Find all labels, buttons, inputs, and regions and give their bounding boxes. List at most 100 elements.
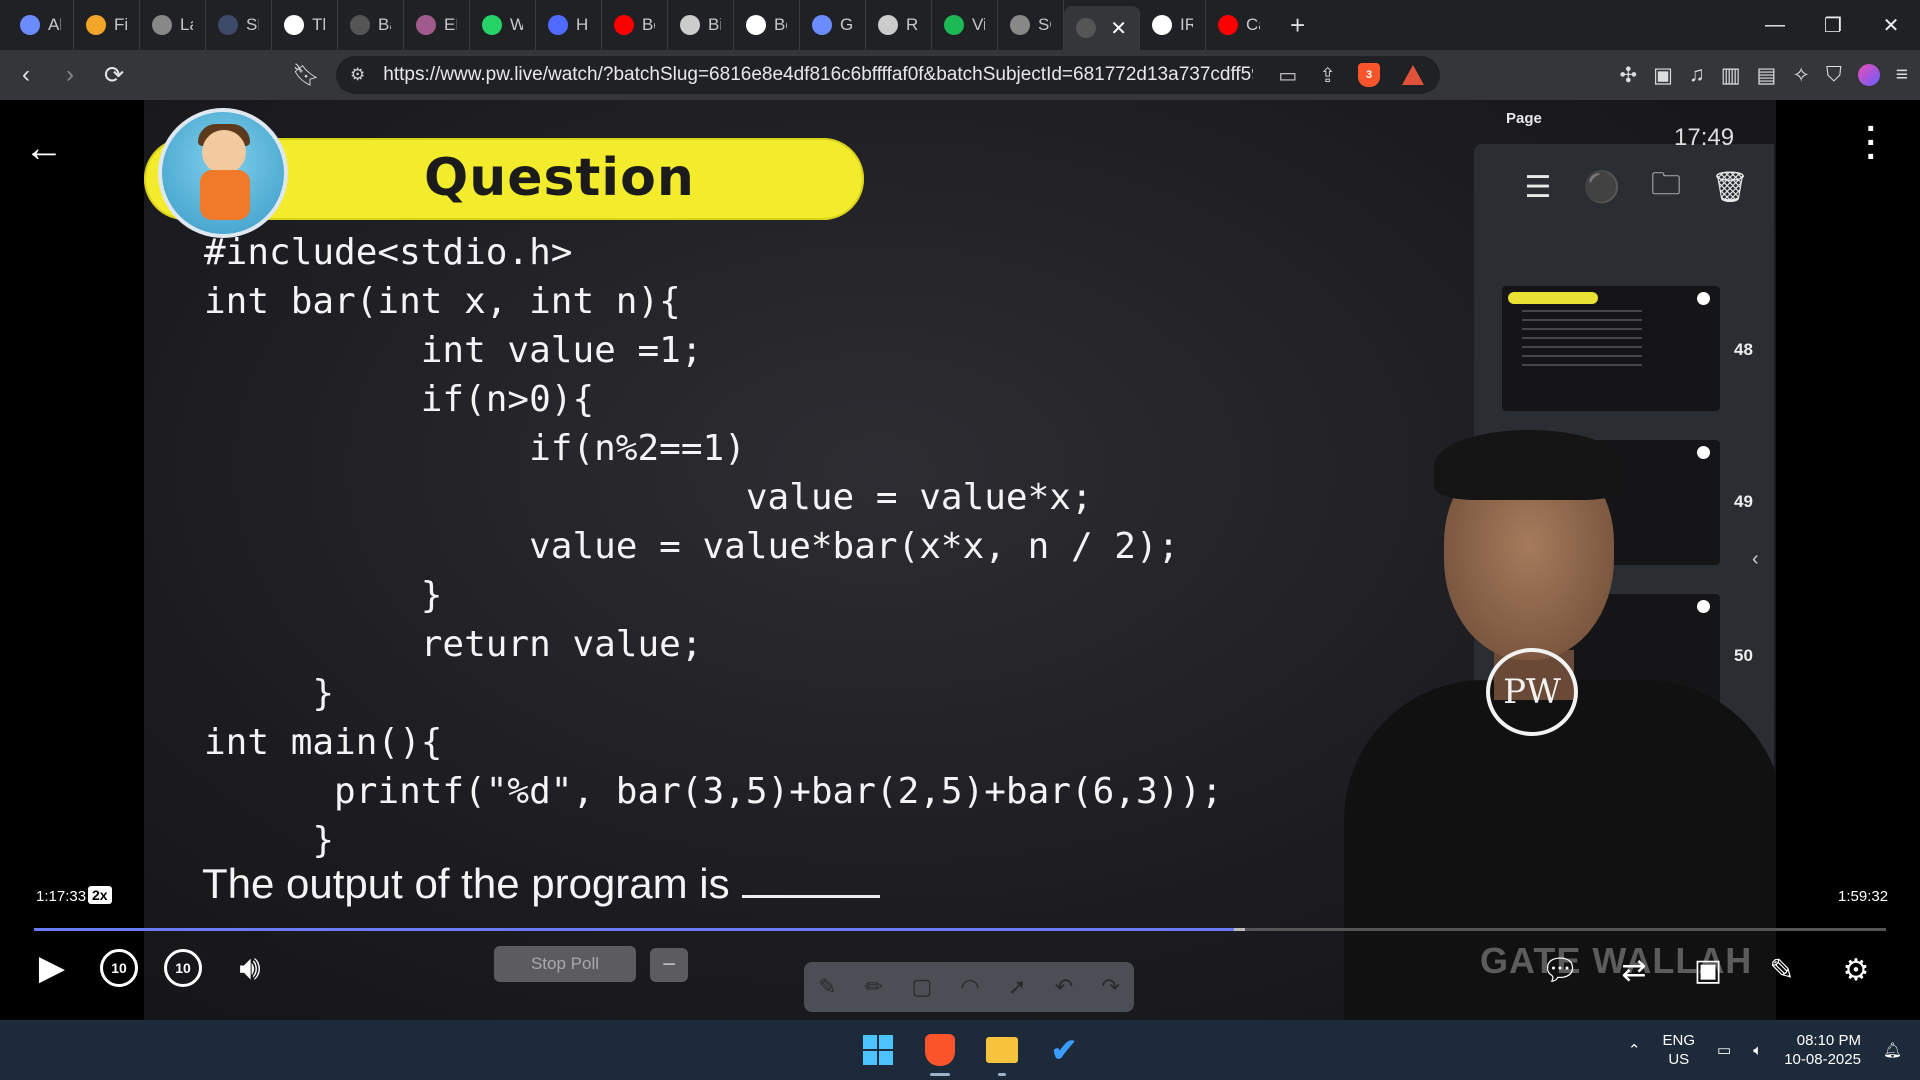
pw-icon [1076, 18, 1096, 38]
browser-tab[interactable]: ERR [404, 0, 470, 50]
browser-tab[interactable]: Bitw [668, 0, 734, 50]
seek-bar[interactable] [34, 928, 1886, 931]
new-tab-button[interactable]: + [1290, 10, 1305, 41]
page-thumbnail [1502, 286, 1720, 411]
back-button[interactable]: ‹ [8, 57, 44, 93]
sdl-icon [218, 15, 238, 35]
code-line: value = value*bar(x*x, n / 2); [204, 526, 1180, 567]
browser-tab[interactable]: Basi [338, 0, 404, 50]
playback-speed-badge[interactable]: 2x [88, 886, 112, 904]
browser-tab[interactable]: SDL [206, 0, 272, 50]
vpn-icon[interactable]: ⛉ [1826, 63, 1842, 87]
player-more-icon[interactable]: · · · [1866, 112, 1877, 174]
forward-10-button[interactable]: 10 [164, 949, 202, 987]
chat-icon[interactable]: 💬︎ [1538, 948, 1582, 992]
browser-tab[interactable]: Boo [602, 0, 668, 50]
openai-icon [878, 15, 898, 35]
slides-icon[interactable]: ▣ [1686, 948, 1730, 992]
notification-icon[interactable]: 🔔︎ [1883, 1041, 1902, 1059]
taskbar-todo[interactable]: ✔ [1042, 1028, 1086, 1072]
volume-icon[interactable]: 🔊︎ [228, 946, 272, 990]
media-icon[interactable]: ♫ [1689, 63, 1705, 87]
network-icon[interactable]: ▭ [1717, 1041, 1731, 1059]
settings-icon[interactable]: ⚙ [1834, 948, 1878, 992]
brave-shields-icon[interactable]: 3 [1358, 63, 1380, 87]
fullscreen-icon[interactable]: ⛶ [1908, 948, 1920, 992]
brave-rewards-icon[interactable] [1402, 65, 1424, 85]
forward-button[interactable]: › [52, 57, 88, 93]
speaker-icon[interactable]: 🔈︎ [1753, 1042, 1762, 1059]
start-button[interactable] [856, 1028, 900, 1072]
code-line: return value; [204, 624, 703, 665]
taskbar-brave[interactable] [918, 1028, 962, 1076]
close-window-button[interactable]: ✕ [1862, 0, 1920, 50]
url-text[interactable]: https://www.pw.live/watch/?batchSlug=681… [383, 64, 1253, 86]
player-back-icon[interactable]: ← [24, 126, 64, 171]
browser-tab[interactable]: Boo [734, 0, 800, 50]
browser-tab[interactable]: Rac [866, 0, 932, 50]
language-indicator[interactable]: ENG US [1663, 1031, 1696, 1069]
notes-icon[interactable]: ✎ [1760, 948, 1804, 992]
close-tab-icon[interactable]: ✕ [1110, 16, 1127, 41]
globe-icon [20, 15, 40, 35]
video-player[interactable]: Question #include<stdio.h> int bar(int x,… [0, 100, 1920, 1020]
bookmark-icon[interactable]: 🔖︎ [292, 62, 320, 88]
code-line: } [204, 575, 443, 616]
whiteboard-frame: Question #include<stdio.h> int bar(int x,… [144, 100, 1776, 1020]
tray-overflow-icon[interactable]: ⌃ [1628, 1041, 1641, 1059]
code-line: int main(){ [204, 722, 443, 763]
play-button[interactable]: ▶ [30, 946, 74, 990]
first-icon [86, 15, 106, 35]
page-tools: ☰ ⚫ 🗀 🗑 [1520, 168, 1750, 206]
drawing-toolbar: ✎ ✏ ▢ ◠ ➚ ↶ ↷ [804, 962, 1134, 1012]
rewind-10-button[interactable]: 10 [100, 949, 138, 987]
profile-avatar[interactable] [1857, 64, 1880, 86]
code-block: #include<stdio.h> int bar(int x, int n){ … [204, 228, 1223, 865]
tab-label: First [114, 15, 127, 34]
restore-button[interactable]: ❐ [1804, 0, 1862, 50]
taskbar-file-explorer[interactable] [980, 1028, 1024, 1076]
share-icon[interactable]: ⇪ [1319, 63, 1336, 88]
reader-mode-icon[interactable]: ▣ [1653, 63, 1673, 88]
tab-label: ERR [444, 15, 457, 34]
tab-label: Boo [642, 15, 655, 34]
menu-icon[interactable]: ≡ [1896, 63, 1908, 87]
browser-tab[interactable]: Car [1206, 0, 1272, 50]
sidebar-icon[interactable]: ▥ [1721, 63, 1741, 88]
pen-icon: ✏ [864, 974, 884, 999]
code-line: } [204, 673, 335, 714]
google-icon [746, 15, 766, 35]
undo-icon: ↶ [1054, 974, 1074, 999]
trash-icon: 🗑 [1710, 170, 1750, 204]
stop-poll-button: Stop Poll [494, 946, 636, 982]
tab-label: Lazy [180, 15, 193, 34]
browser-tab[interactable]: Goo [800, 0, 866, 50]
browser-right-tools: ✣ ▣ ♫ ▥ ▤ ✧ ⛉ ≡ [1619, 50, 1908, 100]
browser-tab[interactable]: Wha [470, 0, 536, 50]
clock-date[interactable]: 08:10 PM 10-08-2025 [1784, 1031, 1861, 1069]
cast-icon[interactable]: ▭ [1278, 63, 1297, 88]
browser-tab[interactable]: IRC [1140, 0, 1206, 50]
leo-ai-icon[interactable]: ✧ [1792, 63, 1810, 88]
site-info-icon[interactable]: ⚙ [350, 65, 365, 85]
address-bar[interactable]: ⚙ https://www.pw.live/watch/?batchSlug=6… [336, 56, 1440, 94]
extensions-icon[interactable]: ✣ [1619, 63, 1637, 88]
gemini-icon [812, 15, 832, 35]
minimize-button[interactable]: — [1746, 0, 1804, 50]
question-text: The output of the program is [202, 860, 880, 908]
browser-tab[interactable]: Villi [932, 0, 998, 50]
browser-tab[interactable]: How [536, 0, 602, 50]
browser-tab[interactable]: ✕ [1064, 6, 1140, 50]
browser-tab[interactable]: Lazy [140, 0, 206, 50]
reload-button[interactable]: ⟳ [96, 57, 132, 93]
browser-tab[interactable]: First [74, 0, 140, 50]
translate-icon[interactable]: ⇄ [1612, 948, 1656, 992]
tab-label: SDL [246, 15, 259, 34]
basi-icon [350, 15, 370, 35]
browser-tab[interactable]: SCI [998, 0, 1064, 50]
browser-tab[interactable]: The [272, 0, 338, 50]
redo-icon: ↷ [1101, 974, 1120, 999]
wallet-icon[interactable]: ▤ [1757, 63, 1777, 88]
pointer-icon: ➚ [1008, 974, 1027, 999]
browser-tab[interactable]: Algo [8, 0, 74, 50]
